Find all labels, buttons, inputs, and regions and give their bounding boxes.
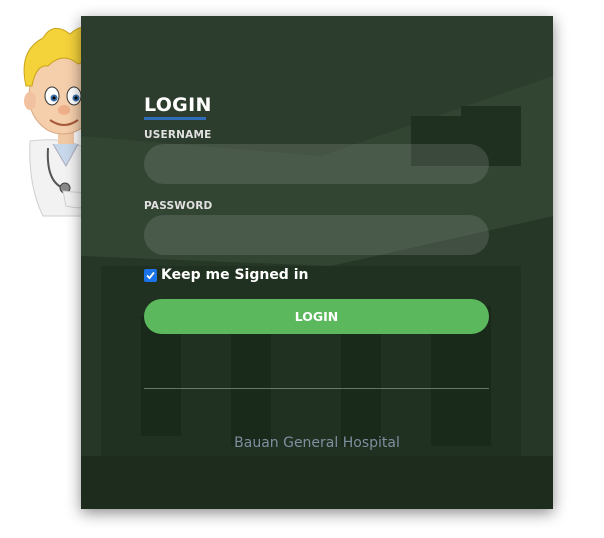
- login-title: LOGIN: [144, 94, 212, 116]
- login-button[interactable]: LOGIN: [144, 299, 489, 334]
- password-input[interactable]: [144, 215, 489, 255]
- remember-me-row[interactable]: Keep me Signed in: [144, 267, 308, 283]
- title-underline: [144, 117, 206, 120]
- login-card: LOGIN USERNAME PASSWORD Keep me Signed i…: [81, 16, 553, 509]
- username-label: USERNAME: [144, 129, 212, 141]
- check-icon: [146, 271, 155, 279]
- username-input[interactable]: [144, 144, 489, 184]
- remember-me-label[interactable]: Keep me Signed in: [161, 267, 308, 283]
- password-label: PASSWORD: [144, 200, 213, 212]
- divider: [144, 388, 489, 389]
- hospital-name: Bauan General Hospital: [234, 435, 400, 451]
- remember-me-checkbox[interactable]: [144, 268, 157, 282]
